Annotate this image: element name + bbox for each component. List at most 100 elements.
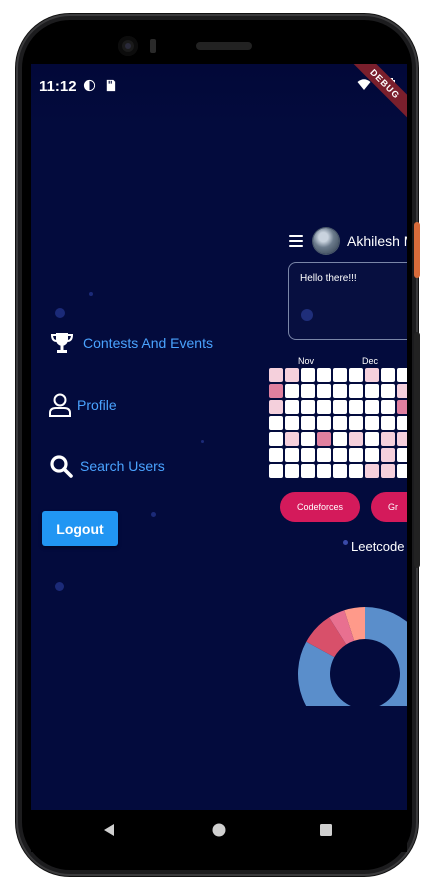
recents-icon[interactable]: [318, 822, 334, 838]
heatmap-cell: [365, 416, 379, 430]
month-label-nov: Nov: [298, 356, 315, 366]
android-nav-bar: [31, 810, 407, 852]
earpiece-speaker: [196, 42, 252, 50]
heatmap-cell: [301, 464, 315, 478]
heatmap-cell: [269, 448, 283, 462]
trophy-icon: [49, 330, 75, 356]
person-icon: [47, 392, 73, 418]
heatmap-cell: [365, 400, 379, 414]
heatmap-cell: [301, 432, 315, 446]
leetcode-donut-chart: [298, 607, 407, 706]
heatmap-cell: [349, 400, 363, 414]
heatmap-cell: [381, 448, 395, 462]
heatmap-cell: [269, 432, 283, 446]
heatmap-cell: [269, 368, 283, 382]
app-screen: 11:12 DEBUG Contests And Events Profile …: [31, 64, 407, 810]
month-label-dec: Dec: [362, 356, 379, 366]
bg-dot: [55, 308, 65, 318]
heatmap-cell: [301, 400, 315, 414]
bg-dot: [151, 512, 156, 517]
bg-dot: [55, 582, 64, 591]
heatmap-cell: [349, 432, 363, 446]
heatmap-cell: [301, 448, 315, 462]
heatmap-cell: [269, 464, 283, 478]
heatmap-cell: [285, 400, 299, 414]
heatmap-cell: [333, 400, 347, 414]
heatmap-cell: [381, 416, 395, 430]
drawer-item-label: Search Users: [80, 458, 165, 474]
heatmap-cell: [285, 448, 299, 462]
codeforces-button[interactable]: Codeforces: [280, 492, 360, 522]
heatmap-cell: [381, 432, 395, 446]
heatmap-cell: [349, 416, 363, 430]
heatmap-cell: [317, 368, 331, 382]
home-icon[interactable]: [211, 822, 227, 838]
drawer-item-search-users[interactable]: Search Users: [48, 453, 165, 479]
heatmap-cell: [333, 448, 347, 462]
heatmap-cell: [317, 416, 331, 430]
heatmap-cell: [333, 432, 347, 446]
drawer-item-profile[interactable]: Profile: [47, 392, 117, 418]
greeting-text: Hello there!!!: [300, 273, 357, 284]
heatmap-cell: [317, 464, 331, 478]
heatmap-cell: [365, 432, 379, 446]
leetcode-title: Leetcode: [351, 539, 405, 554]
sd-card-icon: [106, 79, 116, 92]
heatmap-cell: [397, 432, 407, 446]
heatmap-cell: [381, 368, 395, 382]
bg-dot: [89, 292, 93, 296]
logout-button[interactable]: Logout: [42, 511, 118, 546]
drawer-item-label: Contests And Events: [83, 335, 213, 351]
heatmap-cell: [285, 432, 299, 446]
front-camera: [118, 36, 138, 56]
heatmap-cell: [285, 368, 299, 382]
menu-icon[interactable]: [289, 235, 303, 247]
heatmap-cell: [397, 384, 407, 398]
back-icon[interactable]: [101, 822, 117, 838]
proximity-sensor: [150, 39, 156, 53]
heatmap-cell: [333, 384, 347, 398]
drawer-item-label: Profile: [77, 397, 117, 413]
status-bar: 11:12: [31, 64, 407, 108]
heatmap-cell: [365, 368, 379, 382]
bg-dot: [201, 440, 204, 443]
heatmap-cell: [381, 464, 395, 478]
heatmap-cell: [397, 448, 407, 462]
drawer-item-contests[interactable]: Contests And Events: [49, 330, 213, 356]
heatmap-cell: [381, 400, 395, 414]
heatmap-cell: [269, 416, 283, 430]
app-notification-icon: [83, 79, 96, 92]
heatmap-cell: [317, 400, 331, 414]
volume-rocker[interactable]: [414, 332, 420, 568]
heatmap-cell: [333, 368, 347, 382]
heatmap-cell: [285, 416, 299, 430]
heatmap-cell: [365, 384, 379, 398]
search-icon: [48, 453, 74, 479]
heatmap-cell: [397, 400, 407, 414]
heatmap-cell: [349, 448, 363, 462]
heatmap-cell: [349, 464, 363, 478]
platform-button-2[interactable]: Gr: [371, 492, 407, 522]
heatmap-cell: [349, 368, 363, 382]
heatmap-cell: [269, 400, 283, 414]
heatmap-cell: [317, 432, 331, 446]
heatmap-cell: [349, 384, 363, 398]
heatmap-cell: [269, 384, 283, 398]
heatmap-cell: [317, 384, 331, 398]
heatmap-cell: [285, 384, 299, 398]
heatmap-cell: [381, 384, 395, 398]
heatmap-cell: [397, 368, 407, 382]
avatar[interactable]: [313, 228, 339, 254]
heatmap-cell: [333, 464, 347, 478]
user-name: Akhilesh M: [347, 233, 407, 249]
heatmap-cell: [333, 416, 347, 430]
greeting-card: Hello there!!!: [288, 262, 407, 340]
heatmap-cell: [365, 464, 379, 478]
power-button[interactable]: [414, 222, 420, 278]
heatmap-cell: [365, 448, 379, 462]
app-bar: Akhilesh M: [289, 227, 407, 255]
heatmap-cell: [397, 416, 407, 430]
heatmap-cell: [285, 464, 299, 478]
heatmap-cell: [301, 384, 315, 398]
heatmap-cell: [301, 368, 315, 382]
